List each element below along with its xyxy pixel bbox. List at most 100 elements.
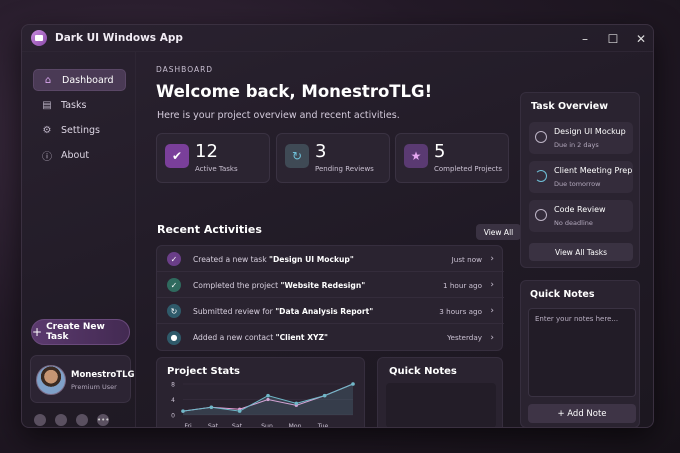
sidebar-item-label: About — [61, 149, 90, 161]
audio-icon[interactable] — [34, 414, 46, 426]
recent-activities-title: Recent Activities — [157, 223, 262, 236]
main-content: DASHBOARD Welcome back, MonestroTLG! Her… — [135, 52, 653, 428]
list-item[interactable]: ✓ Created a new task "Design UI Mockup" … — [157, 247, 504, 272]
quick-notes-panel: Quick Notes + Add Note — [520, 280, 640, 427]
check-icon: ✓ — [167, 252, 181, 266]
page-subtitle: Here is your project overview and recent… — [157, 110, 400, 121]
stat-value: 5 — [434, 141, 446, 162]
data-point — [322, 393, 327, 398]
task-due: Due in 2 days — [554, 141, 599, 149]
chevron-right-icon: › — [490, 254, 494, 264]
avatar — [36, 365, 66, 395]
list-item[interactable]: ● Added a new contact "Client XYZ" Yeste… — [157, 325, 504, 350]
close-button[interactable]: ✕ — [627, 25, 653, 52]
activity-target: "Client XYZ" — [275, 333, 329, 342]
sidebar-item-label: Tasks — [61, 99, 87, 111]
data-point — [294, 401, 299, 406]
view-all-button[interactable]: View All — [476, 224, 521, 240]
chevron-right-icon: › — [490, 280, 494, 290]
activity-text: Created a new task "Design UI Mockup" — [193, 255, 354, 264]
data-point — [209, 405, 214, 410]
plus-icon: + — [32, 325, 43, 339]
refresh-icon: ↻ — [167, 304, 181, 318]
more-icon[interactable]: ••• — [97, 414, 109, 426]
activity-prefix: Created a new task — [193, 254, 270, 264]
stat-label: Pending Reviews — [315, 165, 374, 173]
list-item[interactable]: ✓ Completed the project "Website Redesig… — [157, 273, 504, 298]
quick-notes-preview-title: Quick Notes — [389, 366, 457, 377]
user-role: Premium User — [71, 383, 117, 391]
sidebar-item-tasks[interactable]: ▤ Tasks — [33, 94, 126, 116]
task-item[interactable]: Code Review No deadline — [529, 200, 633, 232]
minimize-button[interactable]: – — [571, 25, 599, 52]
star-icon: ★ — [404, 144, 428, 168]
check-icon: ✓ — [167, 278, 181, 292]
maximize-button[interactable]: ☐ — [599, 25, 627, 52]
stat-value: 3 — [315, 141, 327, 162]
theme-icon[interactable] — [55, 414, 67, 426]
quick-notes-preview-area[interactable] — [386, 383, 496, 427]
x-tick-label: Sat — [232, 423, 243, 428]
refresh-icon: ↻ — [285, 144, 309, 168]
activity-time: Yesterday — [447, 333, 482, 342]
stat-label: Completed Projects — [434, 165, 503, 173]
x-tick-label: Mon — [288, 423, 301, 428]
x-tick-label: Sat — [208, 423, 219, 428]
globe-icon[interactable] — [76, 414, 88, 426]
activity-list: ✓ Created a new task "Design UI Mockup" … — [156, 245, 504, 351]
activity-text: Added a new contact "Client XYZ" — [193, 333, 328, 342]
create-new-task-button[interactable]: + Create New Task — [31, 319, 130, 345]
title-bar[interactable]: Dark UI Windows App – ☐ ✕ — [22, 25, 653, 52]
user-icon: ● — [167, 330, 181, 345]
info-icon: ⓘ — [42, 151, 52, 163]
task-item[interactable]: Design UI Mockup Due in 2 days — [529, 122, 633, 154]
app-window: Dark UI Windows App – ☐ ✕ ⌂ Dashboard ▤ … — [21, 24, 654, 428]
activity-time: 1 hour ago — [443, 280, 482, 290]
activity-prefix: Submitted review for — [193, 306, 276, 316]
chevron-right-icon: › — [490, 332, 494, 343]
stat-card-completed-projects[interactable]: ★ 5 Completed Projects — [395, 133, 509, 183]
data-point — [181, 409, 185, 413]
gear-icon: ⚙ — [42, 124, 52, 136]
sidebar-item-label: Settings — [61, 124, 100, 136]
bottom-toolbar: ••• — [34, 414, 109, 426]
task-due: No deadline — [554, 219, 593, 227]
x-tick-label: Sun — [261, 423, 273, 428]
sidebar-item-about[interactable]: ⓘ About — [33, 144, 126, 166]
tasks-icon: ▤ — [42, 99, 52, 111]
user-name: MonestroTLG — [71, 370, 135, 380]
sidebar-item-settings[interactable]: ⚙ Settings — [33, 119, 126, 141]
quick-notes-title: Quick Notes — [530, 289, 595, 300]
y-tick-label: 4 — [171, 397, 175, 404]
data-point — [237, 409, 242, 413]
task-status-icon — [535, 209, 547, 221]
quick-notes-preview-panel: Quick Notes — [377, 357, 503, 427]
activity-text: Submitted review for "Data Analysis Repo… — [193, 307, 373, 316]
sidebar-item-dashboard[interactable]: ⌂ Dashboard — [33, 69, 126, 91]
app-logo-icon — [31, 30, 47, 46]
y-tick-label: 0 — [171, 413, 175, 420]
list-item[interactable]: ↻ Submitted review for "Data Analysis Re… — [157, 299, 504, 324]
task-overview-title: Task Overview — [531, 101, 609, 112]
stat-card-pending-reviews[interactable]: ↻ 3 Pending Reviews — [276, 133, 390, 183]
task-item[interactable]: Client Meeting Prep Due tomorrow — [529, 161, 633, 193]
view-all-tasks-button[interactable]: View All Tasks — [529, 243, 633, 261]
stat-card-active-tasks[interactable]: ✔ 12 Active Tasks — [156, 133, 270, 183]
activity-target: "Data Analysis Report" — [275, 306, 374, 316]
chevron-right-icon: › — [490, 306, 494, 316]
activity-target: "Website Redesign" — [280, 280, 366, 290]
home-icon: ⌂ — [44, 74, 52, 86]
user-profile-card[interactable]: MonestroTLG Premium User — [30, 355, 135, 403]
window-title: Dark UI Windows App — [55, 32, 183, 44]
activity-target: "Design UI Mockup" — [269, 254, 354, 264]
data-point — [266, 393, 270, 398]
project-stats-chart: 8 4 0 Fri Sat Sat Sun Mon Tue — [171, 382, 355, 428]
add-note-button[interactable]: + Add Note — [528, 404, 636, 423]
task-progress-icon — [535, 170, 547, 182]
sidebar: ⌂ Dashboard ▤ Tasks ⚙ Settings ⓘ About +… — [22, 52, 135, 427]
y-tick-label: 8 — [171, 382, 175, 389]
task-name: Code Review — [554, 205, 606, 214]
sidebar-item-label: Dashboard — [62, 74, 114, 86]
notes-input[interactable] — [528, 308, 636, 397]
x-tick-label: Fri — [184, 423, 192, 428]
